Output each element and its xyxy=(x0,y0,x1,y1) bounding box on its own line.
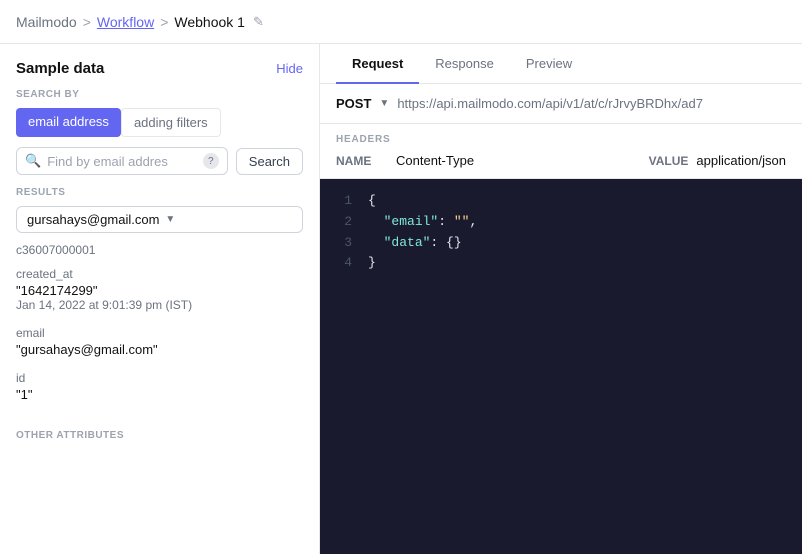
chevron-down-icon: ▼ xyxy=(165,214,175,225)
sample-data-title: Sample data xyxy=(16,60,104,77)
search-by-label: SEARCH BY xyxy=(0,89,319,108)
field-email-label: email xyxy=(16,326,303,340)
filter-tab-email[interactable]: email address xyxy=(16,108,121,137)
search-button[interactable]: Search xyxy=(236,148,303,175)
filter-tab-filters[interactable]: adding filters xyxy=(121,108,221,137)
tab-request[interactable]: Request xyxy=(336,44,419,84)
method-chevron-icon[interactable]: ▼ xyxy=(379,98,389,109)
header-value-val: application/json xyxy=(696,153,786,168)
search-icon: 🔍 xyxy=(25,153,41,169)
field-id-label: id xyxy=(16,371,303,385)
tab-preview[interactable]: Preview xyxy=(510,44,588,84)
header: Mailmodo > Workflow > Webhook 1 ✎ xyxy=(0,0,802,44)
search-input-wrap: 🔍 ? xyxy=(16,147,228,175)
line-num-3: 3 xyxy=(336,233,352,254)
header-name-val: Content-Type xyxy=(396,153,649,168)
code-line-1: 1 { xyxy=(336,191,786,212)
filter-tabs: email address adding filters xyxy=(0,108,319,147)
data-fields: created_at "1642174299" Jan 14, 2022 at … xyxy=(0,267,319,424)
hide-button[interactable]: Hide xyxy=(276,61,303,76)
code-block[interactable]: 1 { 2 "email": "", 3 "data": {} 4 } xyxy=(320,179,802,554)
search-input[interactable] xyxy=(47,154,197,169)
line-num-4: 4 xyxy=(336,253,352,274)
field-created-at-subvalue: Jan 14, 2022 at 9:01:39 pm (IST) xyxy=(16,298,303,312)
line-content-4: } xyxy=(368,253,376,274)
field-created-at-label: created_at xyxy=(16,267,303,281)
line-content-1: { xyxy=(368,191,376,212)
headers-section: HEADERS NAME Content-Type VALUE applicat… xyxy=(320,124,802,179)
tabs-row: Request Response Preview xyxy=(320,44,802,84)
breadcrumb-workflow[interactable]: Workflow xyxy=(97,14,154,30)
help-icon[interactable]: ? xyxy=(203,153,219,169)
code-line-2: 2 "email": "", xyxy=(336,212,786,233)
breadcrumb-sep2: > xyxy=(160,14,168,30)
code-line-4: 4 } xyxy=(336,253,786,274)
line-content-3: "data": {} xyxy=(368,233,462,254)
main-layout: Sample data Hide SEARCH BY email address… xyxy=(0,44,802,554)
field-email: email "gursahays@gmail.com" xyxy=(16,326,303,357)
left-panel-header: Sample data Hide xyxy=(0,44,319,89)
headers-row: NAME Content-Type VALUE application/json xyxy=(336,153,786,168)
breadcrumb-sep1: > xyxy=(83,14,91,30)
headers-label: HEADERS xyxy=(336,134,786,145)
tab-response[interactable]: Response xyxy=(419,44,510,84)
right-panel: Request Response Preview POST ▼ https://… xyxy=(320,44,802,554)
field-created-at-value: "1642174299" xyxy=(16,283,303,298)
other-attrs-label: OTHER ATTRIBUTES xyxy=(0,430,319,449)
field-email-value: "gursahays@gmail.com" xyxy=(16,342,303,357)
email-select[interactable]: gursahays@gmail.com ▼ xyxy=(16,206,303,233)
header-name-col: NAME xyxy=(336,154,396,168)
header-value-col: VALUE xyxy=(649,154,689,168)
request-meta: POST ▼ https://api.mailmodo.com/api/v1/a… xyxy=(320,84,802,124)
email-select-row: gursahays@gmail.com ▼ xyxy=(0,206,319,239)
line-num-2: 2 xyxy=(336,212,352,233)
data-fields-scroll[interactable]: created_at "1642174299" Jan 14, 2022 at … xyxy=(0,267,319,554)
http-method: POST xyxy=(336,96,371,111)
field-id-value: "1" xyxy=(16,387,303,402)
edit-icon[interactable]: ✎ xyxy=(253,14,264,30)
selected-email: gursahays@gmail.com xyxy=(27,212,159,227)
contact-id: c36007000001 xyxy=(0,239,319,267)
breadcrumb-app[interactable]: Mailmodo xyxy=(16,14,77,30)
field-created-at: created_at "1642174299" Jan 14, 2022 at … xyxy=(16,267,303,312)
search-row: 🔍 ? Search xyxy=(0,147,319,187)
line-content-2: "email": "", xyxy=(368,212,477,233)
left-panel: Sample data Hide SEARCH BY email address… xyxy=(0,44,320,554)
breadcrumb-current: Webhook 1 xyxy=(174,14,245,30)
code-line-3: 3 "data": {} xyxy=(336,233,786,254)
field-id: id "1" xyxy=(16,371,303,402)
line-num-1: 1 xyxy=(336,191,352,212)
request-url: https://api.mailmodo.com/api/v1/at/c/rJr… xyxy=(397,96,703,111)
results-label: RESULTS xyxy=(0,187,319,206)
